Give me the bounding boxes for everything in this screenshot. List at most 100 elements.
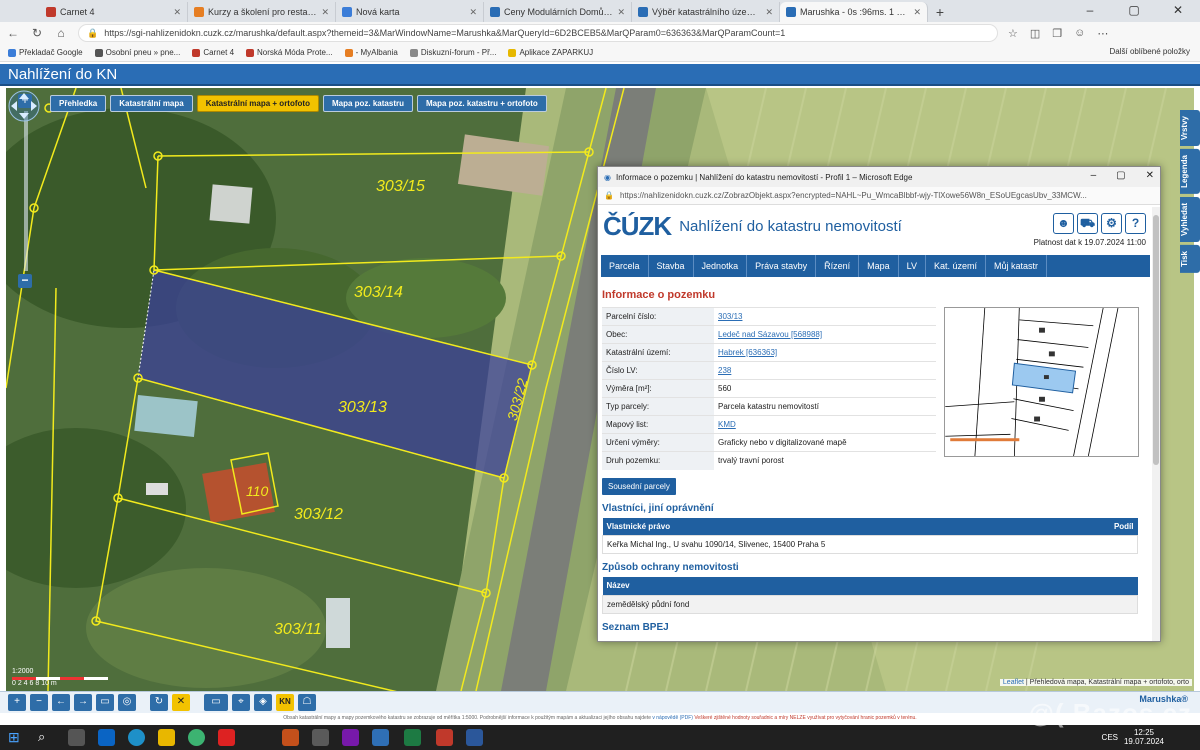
excel-icon[interactable] [404,729,421,746]
toolbar-forward-button[interactable]: → [74,694,92,711]
browser-tab[interactable]: Nová karta ✕ [336,2,484,22]
bookmark-item[interactable]: - MyAlbania [344,48,398,57]
back-icon[interactable]: ← [6,26,20,40]
toolbar-clear-button[interactable]: ✕ [172,694,190,711]
toolbar-info-button[interactable]: ⌖ [232,694,250,711]
search-icon[interactable]: ⌕ [38,729,55,746]
tab-close-icon[interactable]: ✕ [321,7,329,18]
zoom-slider[interactable] [24,111,28,271]
toolbar-zoom-in-button[interactable]: + [8,694,26,711]
settings-icon[interactable]: ⚙ [1101,213,1122,234]
info-value-text[interactable]: Ledeč nad Sázavou [568988] [718,330,822,339]
toolbar-kn-button[interactable]: KN [276,694,294,711]
toolbar-locate-button[interactable]: ◈ [254,694,272,711]
powerpoint-icon[interactable] [282,729,299,746]
app2-icon[interactable] [372,729,389,746]
edge-taskbar-icon[interactable] [128,729,145,746]
layer-button[interactable]: Přehledka [50,95,107,112]
cuzk-logo[interactable]: ČÚZK Nahlížení do katastru nemovitostí [603,211,902,242]
chrome-icon[interactable] [188,729,205,746]
toolbar-refresh-button[interactable]: ↻ [150,694,168,711]
menu-item[interactable]: Kat. území [926,255,987,277]
popup-scrollbar[interactable] [1152,207,1160,641]
tab-close-icon[interactable]: ✕ [913,7,921,18]
menu-item[interactable]: Řízení [816,255,860,277]
toolbar-zoom-box-button[interactable]: ▭ [96,694,114,711]
popup-scroll-thumb[interactable] [1153,215,1159,465]
zoom-out-button[interactable]: − [18,274,32,288]
profile-icon[interactable]: ☺ [1074,27,1085,40]
toolbar-comment-button[interactable]: ☖ [298,694,316,711]
toolbar-back-button[interactable]: ← [52,694,70,711]
browser-tab[interactable]: Marushka - 0s :96ms. 1 prvků. ✕ [780,2,928,22]
minimize-icon[interactable]: – [1068,0,1112,22]
explorer-icon[interactable] [158,729,175,746]
popup-url-bar[interactable]: 🔒 https://nahlizenidokn.cuzk.cz/ZobrazOb… [598,187,1160,205]
bookmark-item[interactable]: Norská Móda Prote... [246,48,333,57]
media-icon[interactable] [218,729,235,746]
toolbar-full-extent-button[interactable]: ◎ [118,694,136,711]
menu-item[interactable]: Parcela [601,255,649,277]
menu-item[interactable]: Jednotka [694,255,748,277]
popup-minimize-icon[interactable]: – [1091,170,1097,181]
menu-item[interactable]: Práva stavby [747,255,817,277]
menu-item[interactable]: LV [899,255,926,277]
layer-button[interactable]: Katastrální mapa + ortofoto [196,95,319,112]
layer-button[interactable]: Mapa poz. katastru [322,95,413,112]
menu-item[interactable]: Stavba [649,255,694,277]
close-icon[interactable]: ✕ [1156,0,1200,22]
info-value-text[interactable]: 238 [718,366,731,375]
keyboard-language[interactable]: CES [1102,733,1118,742]
new-tab-button[interactable]: + [928,2,952,22]
tab-close-icon[interactable]: ✕ [469,7,477,18]
leaflet-link[interactable]: Leaflet [1003,679,1024,686]
popup-maximize-icon[interactable]: ▢ [1116,170,1125,181]
parcel-minimap[interactable] [944,307,1139,457]
tab-close-icon[interactable]: ✕ [173,7,181,18]
taskbar-clock[interactable]: 12:25 19.07.2024 [1124,728,1164,746]
side-tab[interactable]: Tisk [1180,244,1200,273]
bookmark-item[interactable]: Osobní pneu » pne... [94,48,180,57]
split-icon[interactable]: ◫ [1030,27,1040,40]
windows-start-icon[interactable]: ⊞ [8,729,25,746]
info-value-text[interactable]: 303/13 [718,312,742,321]
tab-close-icon[interactable]: ✕ [765,7,773,18]
menu-item[interactable]: Mapa [859,255,899,277]
onenote-icon[interactable] [342,729,359,746]
collections-icon[interactable]: ❐ [1052,27,1062,40]
toolbar-measure-button[interactable]: ▭ [204,694,228,711]
info-value-text[interactable]: Habrek [636363] [718,348,777,357]
maximize-icon[interactable]: ▢ [1112,0,1156,22]
acrobat-icon[interactable] [436,729,453,746]
bookmark-item[interactable]: Aplikace ZAPARKUJ [508,48,593,57]
bookmark-item[interactable]: Diskuzní-forum - Př... [409,48,496,57]
help-icon[interactable]: ? [1125,213,1146,234]
layer-button[interactable]: Mapa poz. katastru + ortofoto [416,95,547,112]
toolbar-zoom-out-button[interactable]: − [30,694,48,711]
menu-item[interactable]: Můj katastr [986,255,1048,277]
bookmark-item[interactable]: Carnet 4 [192,48,234,57]
tab-close-icon[interactable]: ✕ [617,7,625,18]
browser-tab[interactable]: Výběr katastrálního území | Nah✕ [632,2,780,22]
other-bookmarks[interactable]: Další oblíbené položky [1110,47,1191,56]
footnote-help-link[interactable]: v nápovědě (PDF) [652,715,693,721]
layer-button[interactable]: Katastrální mapa [110,95,193,112]
url-field[interactable]: 🔒 https://sgi-nahlizenidokn.cuzk.cz/maru… [78,24,998,42]
home-icon[interactable]: ⌂ [54,26,68,40]
side-tab[interactable]: Vrstvy [1180,110,1200,147]
reload-icon[interactable]: ↻ [30,26,44,40]
user-icon[interactable]: ☻ [1053,213,1074,234]
browser-tab[interactable]: Kurzy a školení pro restaurace a ✕ [188,2,336,22]
task-view-icon[interactable] [68,729,85,746]
side-tab[interactable]: Legenda [1180,149,1200,194]
popup-close-icon[interactable]: ✕ [1146,170,1154,181]
info-value-text[interactable]: KMD [718,420,736,429]
outlook-icon[interactable] [98,729,115,746]
bookmark-item[interactable]: Překladač Google [8,48,83,57]
pan-control[interactable] [6,88,42,124]
cart-icon[interactable]: ⛟ [1077,213,1098,234]
side-tab[interactable]: Vyhledat [1180,196,1200,242]
browser-tab[interactable]: Ceny Modulárních Domů - Lifest ✕ [484,2,632,22]
neighbors-button[interactable]: Sousední parcely [602,477,676,495]
word-icon[interactable] [466,729,483,746]
